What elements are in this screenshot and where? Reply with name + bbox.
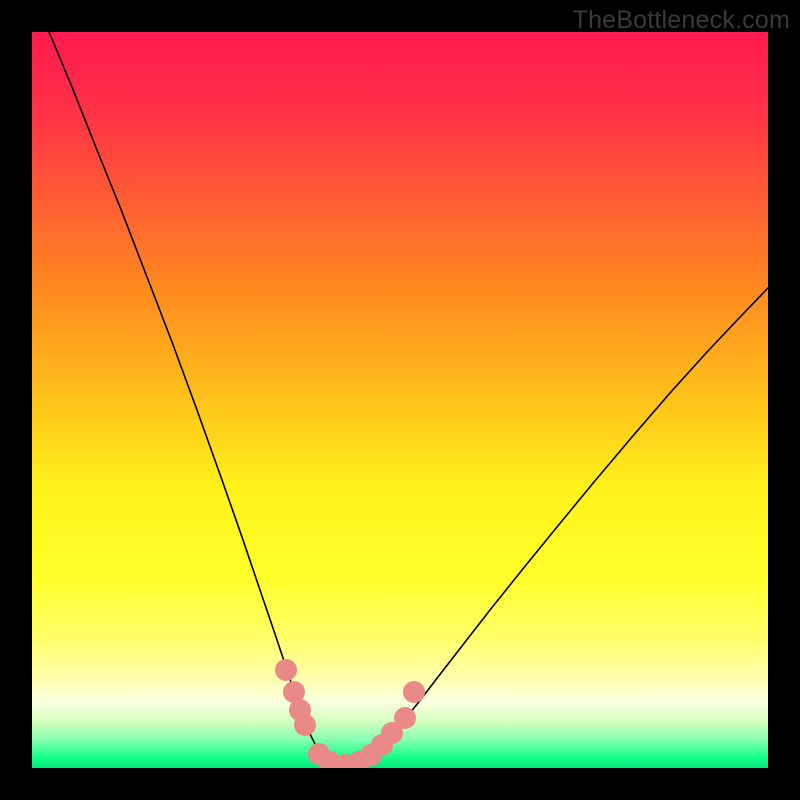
series-left-branch xyxy=(49,32,345,767)
chart-frame: TheBottleneck.com xyxy=(0,0,800,800)
marker-dot xyxy=(294,714,316,736)
marker-dot xyxy=(394,707,416,729)
curve-layer xyxy=(32,32,768,768)
watermark-label: TheBottleneck.com xyxy=(573,6,790,35)
plot-area xyxy=(32,32,768,768)
marker-dot xyxy=(275,659,297,681)
marker-dot xyxy=(403,681,425,703)
